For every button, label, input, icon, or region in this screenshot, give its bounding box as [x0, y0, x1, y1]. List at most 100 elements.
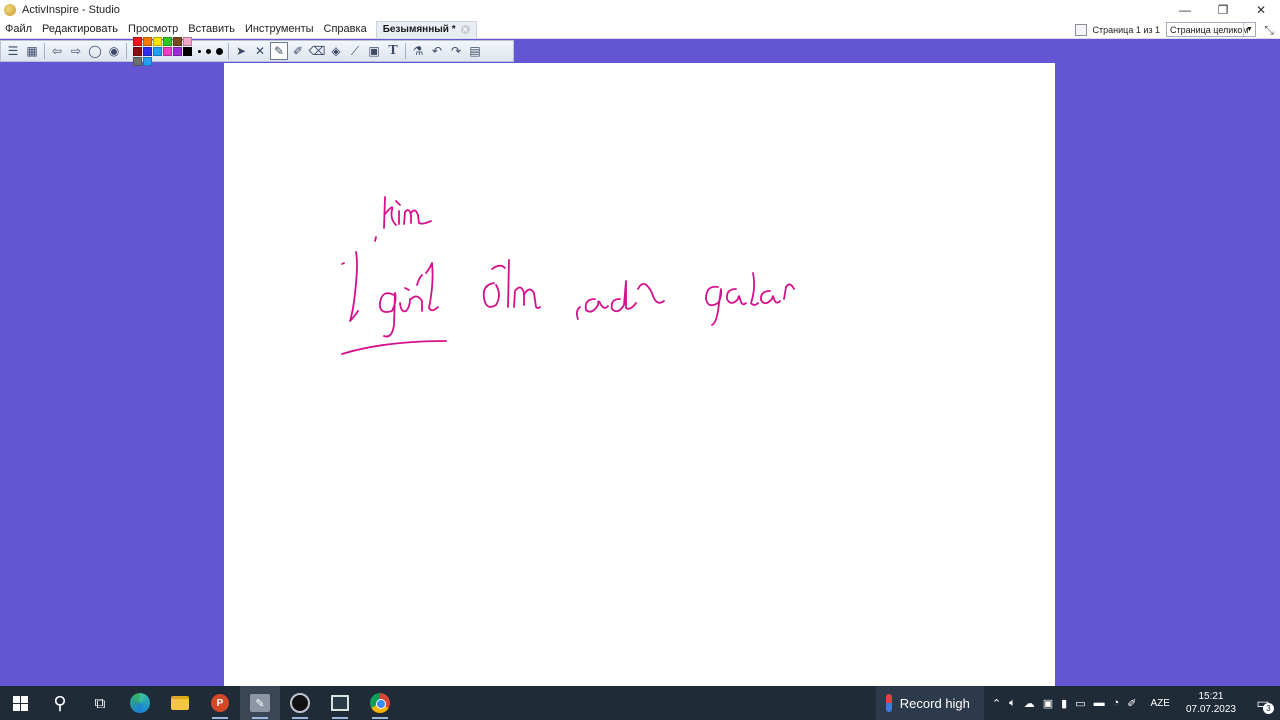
pen-width-medium-icon[interactable] — [206, 48, 211, 54]
ink-stroke — [482, 282, 500, 308]
notification-button[interactable]: ▭ 3 — [1246, 686, 1280, 720]
ink-stroke — [783, 283, 795, 300]
zoom-select[interactable]: Страница целиком ▼ — [1166, 22, 1256, 37]
taskbar-activinspire[interactable]: ✎ — [240, 686, 280, 720]
color-swatch[interactable] — [143, 46, 152, 56]
close-tab-icon[interactable]: ✕ — [460, 25, 470, 34]
start-button[interactable] — [0, 686, 40, 720]
language-indicator[interactable]: AZE — [1144, 698, 1175, 709]
ink-stroke — [374, 236, 377, 242]
text-tool-icon[interactable]: T — [384, 42, 402, 60]
search-icon: ⚲ — [53, 692, 67, 713]
menu-insert[interactable]: Вставить — [183, 23, 240, 35]
handwritten-ink — [341, 196, 795, 355]
ink-stroke — [399, 298, 411, 313]
main-toolbar: ☰ ▦ ⇦ ⇨ ◯ ◉ ➤ ✕ ✎ ✐ ⌫ ◈ ⟋ ▣ T ⚗ ↶ ↷ ▤ — [0, 36, 514, 66]
highlighter-icon[interactable]: ✐ — [289, 42, 307, 60]
page-browser-icon[interactable] — [1074, 23, 1087, 36]
menu-tools[interactable]: Инструменты — [240, 23, 319, 35]
pen-width-large-icon[interactable] — [216, 47, 223, 55]
document-tab[interactable]: Безымянный * ✕ — [375, 20, 477, 38]
color-swatch[interactable] — [133, 56, 142, 66]
color-swatch[interactable] — [183, 46, 192, 56]
color-swatch[interactable] — [173, 46, 182, 56]
taskbar-file-explorer[interactable] — [160, 686, 200, 720]
ink-stroke — [637, 283, 665, 304]
ink-stroke — [584, 298, 609, 313]
color-swatch[interactable] — [163, 46, 172, 56]
color-swatch[interactable] — [133, 46, 142, 56]
task-view-icon: ⧉ — [94, 694, 106, 712]
undo-icon[interactable]: ↶ — [428, 42, 446, 60]
color-swatch[interactable] — [143, 56, 152, 66]
flipchart-page[interactable] — [224, 63, 1055, 686]
fill-icon[interactable]: ◈ — [327, 42, 345, 60]
redo-icon[interactable]: ↷ — [447, 42, 465, 60]
eraser-icon[interactable]: ⌫ — [308, 42, 326, 60]
page-indicator: Страница 1 из 1 — [1092, 24, 1160, 35]
tools-icon[interactable]: ✕ — [251, 42, 269, 60]
task-view-button[interactable]: ⧉ — [80, 686, 120, 720]
menu-view[interactable]: Просмотр — [123, 23, 183, 35]
color-swatch[interactable] — [153, 36, 162, 46]
taskbar-edge[interactable] — [120, 686, 160, 720]
color-swatch[interactable] — [183, 36, 192, 46]
main-menu-icon[interactable]: ☰ — [4, 42, 22, 60]
browser-icon[interactable]: ▦ — [23, 42, 41, 60]
stamp-icon[interactable]: ▣ — [365, 42, 383, 60]
desktop-icon[interactable]: ◉ — [105, 42, 123, 60]
taskbar-powerpoint[interactable]: P — [200, 686, 240, 720]
clock-time: 15:21 — [1198, 691, 1224, 702]
close-button[interactable]: ✕ — [1242, 0, 1280, 20]
ink-stroke — [341, 340, 447, 355]
window-app-icon — [331, 695, 349, 711]
ink-stroke — [575, 306, 581, 320]
color-swatch[interactable] — [173, 36, 182, 46]
toolbox-icon[interactable]: ▤ — [466, 42, 484, 60]
activinspire-app-icon — [4, 4, 16, 16]
cloud-icon[interactable]: ☁ — [1024, 697, 1035, 710]
battery-icon[interactable]: ▬ — [1094, 697, 1105, 709]
menu-file[interactable]: Файл — [0, 23, 37, 35]
ink-stroke — [760, 290, 781, 305]
taskbar-obs[interactable] — [280, 686, 320, 720]
color-swatch[interactable] — [163, 36, 172, 46]
chevron-up-icon[interactable]: ⌃ — [992, 697, 1001, 710]
taskbar-chrome[interactable] — [360, 686, 400, 720]
monitor-icon[interactable]: ▭ — [1075, 697, 1085, 710]
pen-tray-icon[interactable]: ✐ — [1127, 697, 1136, 710]
ink-stroke — [705, 285, 723, 326]
pen-icon[interactable]: ✎ — [270, 42, 288, 60]
pen-width-small-icon[interactable] — [198, 49, 201, 53]
window-controls: — ❐ ✕ — [1166, 0, 1280, 20]
reset-page-icon[interactable]: ◯ — [86, 42, 104, 60]
menu-edit[interactable]: Редактировать — [37, 23, 123, 35]
ink-stroke — [507, 259, 510, 308]
color-swatch[interactable] — [153, 46, 162, 56]
minimize-button[interactable]: — — [1166, 0, 1204, 20]
next-page-icon[interactable]: ⇨ — [67, 42, 85, 60]
ink-stroke — [384, 206, 397, 226]
select-arrow-icon[interactable]: ➤ — [232, 42, 250, 60]
taskbar-window-app[interactable] — [320, 686, 360, 720]
previous-page-icon[interactable]: ⇦ — [48, 42, 66, 60]
chevron-down-icon[interactable]: ▼ — [1243, 23, 1255, 36]
color-swatch[interactable] — [143, 36, 152, 46]
menu-help[interactable]: Справка — [319, 23, 372, 35]
ink-stroke — [610, 280, 637, 313]
clear-icon[interactable]: ⚗ — [409, 42, 427, 60]
restore-button[interactable]: ❐ — [1204, 0, 1242, 20]
speaker-icon[interactable]: 🔈︎ — [1009, 697, 1016, 710]
menu-bar: Файл Редактировать Просмотр Вставить Инс… — [0, 20, 1280, 39]
clock[interactable]: 15:21 07.07.2023 — [1176, 690, 1246, 716]
notification-count: 3 — [1263, 703, 1274, 714]
toolbar-divider — [44, 43, 45, 59]
magic-ink-icon[interactable]: ⟋ — [346, 42, 364, 60]
microphone-icon[interactable]: ▮ — [1061, 697, 1067, 710]
weather-widget[interactable]: Record high — [875, 686, 984, 720]
color-swatch[interactable] — [133, 36, 142, 46]
search-button[interactable]: ⚲ — [40, 686, 80, 720]
wifi-icon[interactable]: ◔ — [1113, 697, 1120, 709]
camera-icon[interactable]: ▣ — [1043, 697, 1053, 710]
fit-page-icon[interactable]: ⤡ — [1262, 23, 1276, 37]
